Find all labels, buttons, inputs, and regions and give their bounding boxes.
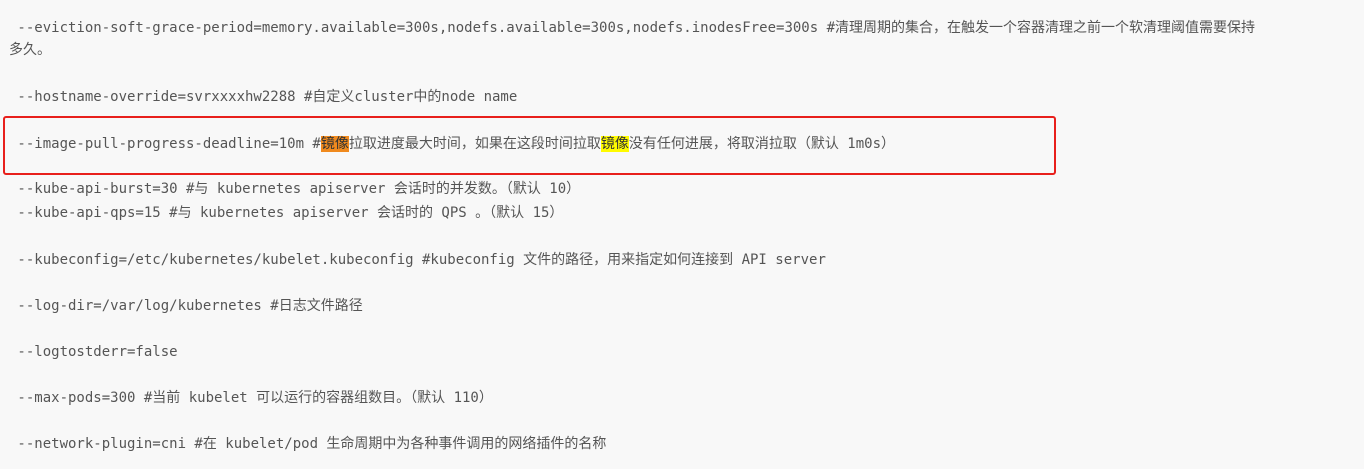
api-qps-line: --kube-api-qps=15 #与 kubernetes apiserve… — [9, 205, 564, 221]
search-highlight-match: 镜像 — [600, 136, 629, 152]
api-burst-line: --kube-api-burst=30 #与 kubernetes apiser… — [9, 181, 581, 197]
kubeconfig-line: --kubeconfig=/etc/kubernetes/kubelet.kub… — [9, 252, 826, 268]
search-highlight-current: 镜像 — [320, 136, 349, 152]
image-pull-text-2: 拉取进度最大时间，如果在这段时间拉取 — [348, 136, 601, 152]
logtostderr-line: --logtostderr=false — [9, 344, 178, 360]
eviction-line-2: 多久。 — [9, 42, 51, 58]
eviction-line-1: --eviction-soft-grace-period=memory.avai… — [9, 20, 1256, 36]
max-pods-line: --max-pods=300 #当前 kubelet 可以运行的容器组数目。（默… — [9, 390, 493, 406]
image-pull-text-1: --image-pull-progress-deadline=10m # — [9, 136, 321, 152]
hostname-line: --hostname-override=svrxxxxhw2288 #自定义cl… — [9, 89, 518, 105]
log-dir-line: --log-dir=/var/log/kubernetes #日志文件路径 — [9, 298, 363, 314]
image-pull-text-3: 没有任何进展，将取消拉取（默认 1m0s） — [628, 136, 896, 152]
code-block: --eviction-soft-grace-period=memory.avai… — [0, 0, 1364, 469]
network-plugin-line: --network-plugin=cni #在 kubelet/pod 生命周期… — [9, 436, 607, 452]
image-pull-line: --image-pull-progress-deadline=10m #镜像拉取… — [9, 135, 895, 153]
